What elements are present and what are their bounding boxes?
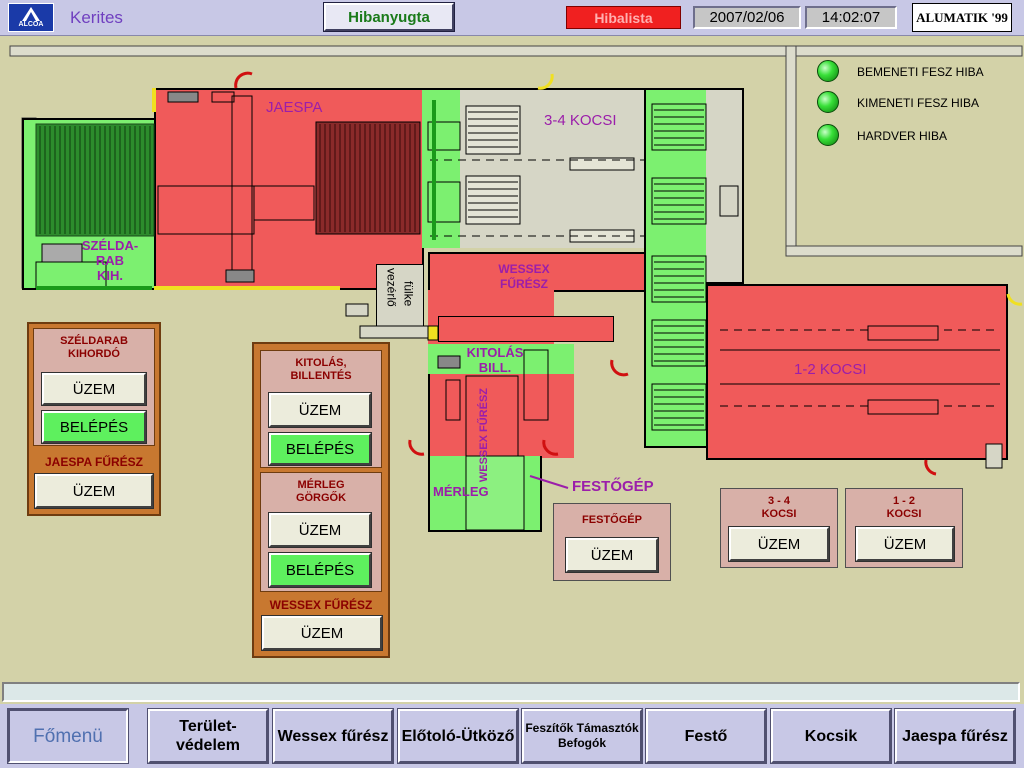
hardver-status-icon (817, 124, 839, 146)
panel-kocsi12: 1 - 2 KOCSI ÜZEM (845, 488, 963, 568)
bemeneti-status-icon (817, 60, 839, 82)
jaespa-section-title: JAESPA FŰRÉSZ (44, 455, 143, 469)
panel-kitolas-group: KITOLÁS, BILLENTÉS ÜZEM BELÉPÉS (260, 350, 382, 468)
wessex-uzem-button[interactable]: ÜZEM (261, 615, 383, 651)
label-kocsi12: 1-2 KOCSI (794, 361, 867, 378)
kocsi34-uzem-button[interactable]: ÜZEM (728, 526, 830, 562)
merleg-uzem-button[interactable]: ÜZEM (268, 512, 372, 548)
nav-fomenu[interactable]: Főmenü (7, 708, 129, 764)
szeldarab-belepes-button[interactable]: BELÉPÉS (41, 410, 147, 444)
label-wessex: WESSEX FŰRÉSZ (498, 262, 550, 291)
panel-festogep: FESTŐGÉP ÜZEM (553, 503, 671, 581)
merleg-belepes-button[interactable]: BELÉPÉS (268, 552, 372, 588)
panel-merleg-group: MÉRLEG GÖRGŐK ÜZEM BELÉPÉS (260, 472, 382, 592)
nav-elotolo-utkozo[interactable]: Előtoló-Ütköző (397, 708, 519, 764)
festogep-uzem-button[interactable]: ÜZEM (565, 537, 659, 573)
nav-terulet-vedelem[interactable]: Terület-védelem (147, 708, 269, 764)
hardver-label: HARDVER HIBA (857, 129, 948, 143)
kimeneti-label: KIMENETI FESZ HIBA (857, 96, 980, 110)
panel-szeldarab: SZÉLDARAB KIHORDÓ ÜZEM BELÉPÉS JAESPA FŰ… (27, 322, 161, 516)
label-vezerlo: vezérlő fülke (384, 268, 416, 307)
kimeneti-status-icon (817, 91, 839, 113)
szeldarab-uzem-button[interactable]: ÜZEM (41, 372, 147, 406)
kitolas-uzem-button[interactable]: ÜZEM (268, 392, 372, 428)
label-kocsi34: 3-4 KOCSI (544, 112, 617, 129)
nav-feszitok[interactable]: Feszítők Támasztók Befogók (521, 708, 643, 764)
jaespa-uzem-button[interactable]: ÜZEM (34, 473, 154, 509)
label-jaespa: JAESPA (266, 99, 323, 116)
kocsi12-uzem-button[interactable]: ÜZEM (855, 526, 955, 562)
nav-festo[interactable]: Festő (645, 708, 767, 764)
label-festogep: FESTŐGÉP (572, 478, 654, 495)
bemeneti-label: BEMENETI FESZ HIBA (857, 65, 984, 79)
label-kitolas: KITOLÁS BILL. (466, 345, 524, 375)
panel-szeldarab-group: SZÉLDARAB KIHORDÓ ÜZEM BELÉPÉS (33, 328, 155, 446)
nav-jaespa-furesz[interactable]: Jaespa fűrész (894, 708, 1016, 764)
kitolas-belepes-button[interactable]: BELÉPÉS (268, 432, 372, 466)
nav-kocsik[interactable]: Kocsik (770, 708, 892, 764)
wessex-section-title: WESSEX FŰRÉSZ (269, 598, 373, 612)
label-wessex-vertical: WESSEX FŰRÉSZ (478, 388, 490, 483)
panel-kitolas: KITOLÁS, BILLENTÉS ÜZEM BELÉPÉS MÉRLEG G… (252, 342, 390, 658)
label-szeldarab: SZÉLDA- RAB KIH. (81, 238, 139, 283)
message-bar (2, 682, 1020, 702)
label-merleg: MÉRLEG (433, 484, 489, 499)
nav-wessex-fureszm[interactable]: Wessex fűrész (272, 708, 394, 764)
panel-kocsi34: 3 - 4 KOCSI ÜZEM (720, 488, 838, 568)
